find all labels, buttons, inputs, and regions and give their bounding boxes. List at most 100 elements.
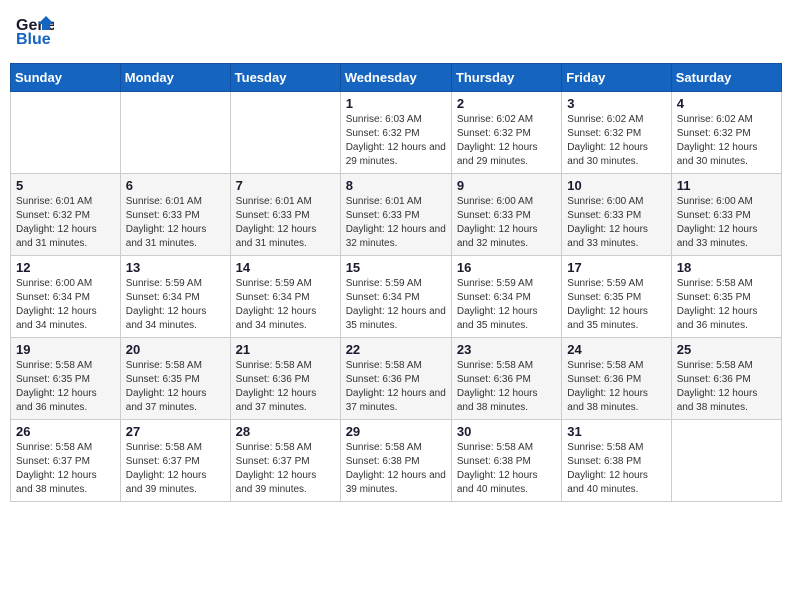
svg-text:Blue: Blue <box>16 31 51 48</box>
calendar-cell: 5 Sunrise: 6:01 AMSunset: 6:32 PMDaylight… <box>11 174 121 256</box>
calendar-cell: 25 Sunrise: 5:58 AMSunset: 6:36 PMDayligh… <box>671 338 781 420</box>
calendar-cell: 11 Sunrise: 6:00 AMSunset: 6:33 PMDayligh… <box>671 174 781 256</box>
calendar-cell: 20 Sunrise: 5:58 AMSunset: 6:35 PMDayligh… <box>120 338 230 420</box>
col-header-tuesday: Tuesday <box>230 64 340 92</box>
day-info: Sunrise: 5:58 AMSunset: 6:36 PMDaylight:… <box>346 359 446 415</box>
calendar-cell: 4Sunrise: 6:02 AMSunset: 6:32 PMDaylight… <box>671 92 781 174</box>
calendar-cell: 13Sunrise: 5:59 AMSunset: 6:34 PMDayligh… <box>120 256 230 338</box>
col-header-monday: Monday <box>120 64 230 92</box>
calendar-cell: 31 Sunrise: 5:58 AMSunset: 6:38 PMDayligh… <box>562 420 671 502</box>
calendar-week-row: 1 Sunrise: 6:03 AMSunset: 6:32 PMDaylight… <box>11 92 782 174</box>
day-number: 1 <box>346 96 446 111</box>
day-info: Sunrise: 5:58 AMSunset: 6:37 PMDaylight:… <box>16 441 115 497</box>
day-number: 4 <box>677 96 776 111</box>
day-number: 11 <box>677 178 776 193</box>
day-info: Sunrise: 5:58 AMSunset: 6:36 PMDaylight:… <box>457 359 556 415</box>
day-number: 8 <box>346 178 446 193</box>
day-number: 3 <box>567 96 665 111</box>
calendar-cell <box>230 92 340 174</box>
day-info: Sunrise: 5:59 AMSunset: 6:35 PMDaylight:… <box>567 277 665 333</box>
col-header-friday: Friday <box>562 64 671 92</box>
day-number: 2 <box>457 96 556 111</box>
day-info: Sunrise: 6:03 AMSunset: 6:32 PMDaylight:… <box>346 113 446 169</box>
day-info: Sunrise: 6:00 AMSunset: 6:33 PMDaylight:… <box>677 195 776 251</box>
day-number: 14 <box>236 260 335 275</box>
day-number: 30 <box>457 424 556 439</box>
day-info: Sunrise: 6:01 AMSunset: 6:32 PMDaylight:… <box>16 195 115 251</box>
day-number: 10 <box>567 178 665 193</box>
day-number: 22 <box>346 342 446 357</box>
calendar-week-row: 12Sunrise: 6:00 AMSunset: 6:34 PMDayligh… <box>11 256 782 338</box>
calendar-cell: 22 Sunrise: 5:58 AMSunset: 6:36 PMDayligh… <box>340 338 451 420</box>
calendar-cell: 24Sunrise: 5:58 AMSunset: 6:36 PMDayligh… <box>562 338 671 420</box>
header: General Blue <box>10 10 782 55</box>
day-number: 28 <box>236 424 335 439</box>
calendar-week-row: 26 Sunrise: 5:58 AMSunset: 6:37 PMDayligh… <box>11 420 782 502</box>
calendar-cell: 12Sunrise: 6:00 AMSunset: 6:34 PMDayligh… <box>11 256 121 338</box>
calendar-cell: 14 Sunrise: 5:59 AMSunset: 6:34 PMDayligh… <box>230 256 340 338</box>
calendar-cell: 23 Sunrise: 5:58 AMSunset: 6:36 PMDayligh… <box>451 338 561 420</box>
day-number: 20 <box>126 342 225 357</box>
day-info: Sunrise: 6:00 AMSunset: 6:33 PMDaylight:… <box>567 195 665 251</box>
day-number: 23 <box>457 342 556 357</box>
calendar-cell: 21 Sunrise: 5:58 AMSunset: 6:36 PMDayligh… <box>230 338 340 420</box>
calendar-cell <box>671 420 781 502</box>
day-info: Sunrise: 5:58 AMSunset: 6:38 PMDaylight:… <box>346 441 446 497</box>
day-info: Sunrise: 5:58 AMSunset: 6:37 PMDaylight:… <box>236 441 335 497</box>
logo: General Blue <box>14 10 56 55</box>
calendar-cell: 17 Sunrise: 5:59 AMSunset: 6:35 PMDayligh… <box>562 256 671 338</box>
calendar-week-row: 19Sunrise: 5:58 AMSunset: 6:35 PMDayligh… <box>11 338 782 420</box>
calendar-cell: 15Sunrise: 5:59 AMSunset: 6:34 PMDayligh… <box>340 256 451 338</box>
logo-icon: General Blue <box>14 10 54 55</box>
day-info: Sunrise: 5:58 AMSunset: 6:35 PMDaylight:… <box>126 359 225 415</box>
day-info: Sunrise: 5:59 AMSunset: 6:34 PMDaylight:… <box>457 277 556 333</box>
day-number: 26 <box>16 424 115 439</box>
day-number: 24 <box>567 342 665 357</box>
calendar-cell <box>120 92 230 174</box>
col-header-wednesday: Wednesday <box>340 64 451 92</box>
day-number: 7 <box>236 178 335 193</box>
day-number: 12 <box>16 260 115 275</box>
day-info: Sunrise: 5:58 AMSunset: 6:36 PMDaylight:… <box>677 359 776 415</box>
calendar-cell: 16 Sunrise: 5:59 AMSunset: 6:34 PMDayligh… <box>451 256 561 338</box>
calendar-cell: 8 Sunrise: 6:01 AMSunset: 6:33 PMDaylight… <box>340 174 451 256</box>
day-number: 18 <box>677 260 776 275</box>
calendar-cell: 10 Sunrise: 6:00 AMSunset: 6:33 PMDayligh… <box>562 174 671 256</box>
calendar-cell: 6 Sunrise: 6:01 AMSunset: 6:33 PMDaylight… <box>120 174 230 256</box>
day-number: 21 <box>236 342 335 357</box>
calendar-cell <box>11 92 121 174</box>
calendar-cell: 3 Sunrise: 6:02 AMSunset: 6:32 PMDaylight… <box>562 92 671 174</box>
calendar-cell: 29Sunrise: 5:58 AMSunset: 6:38 PMDayligh… <box>340 420 451 502</box>
day-number: 17 <box>567 260 665 275</box>
day-info: Sunrise: 5:59 AMSunset: 6:34 PMDaylight:… <box>236 277 335 333</box>
calendar-cell: 1 Sunrise: 6:03 AMSunset: 6:32 PMDaylight… <box>340 92 451 174</box>
day-info: Sunrise: 6:00 AMSunset: 6:33 PMDaylight:… <box>457 195 556 251</box>
calendar-cell: 28 Sunrise: 5:58 AMSunset: 6:37 PMDayligh… <box>230 420 340 502</box>
day-number: 31 <box>567 424 665 439</box>
day-number: 6 <box>126 178 225 193</box>
calendar-week-row: 5 Sunrise: 6:01 AMSunset: 6:32 PMDaylight… <box>11 174 782 256</box>
day-info: Sunrise: 6:02 AMSunset: 6:32 PMDaylight:… <box>567 113 665 169</box>
calendar-cell: 27Sunrise: 5:58 AMSunset: 6:37 PMDayligh… <box>120 420 230 502</box>
day-number: 15 <box>346 260 446 275</box>
calendar-cell: 19Sunrise: 5:58 AMSunset: 6:35 PMDayligh… <box>11 338 121 420</box>
calendar-table: SundayMondayTuesdayWednesdayThursdayFrid… <box>10 63 782 502</box>
day-info: Sunrise: 5:59 AMSunset: 6:34 PMDaylight:… <box>126 277 225 333</box>
col-header-sunday: Sunday <box>11 64 121 92</box>
day-number: 5 <box>16 178 115 193</box>
day-info: Sunrise: 6:01 AMSunset: 6:33 PMDaylight:… <box>346 195 446 251</box>
day-number: 16 <box>457 260 556 275</box>
day-info: Sunrise: 6:01 AMSunset: 6:33 PMDaylight:… <box>236 195 335 251</box>
day-number: 25 <box>677 342 776 357</box>
day-info: Sunrise: 5:58 AMSunset: 6:38 PMDaylight:… <box>567 441 665 497</box>
day-info: Sunrise: 5:58 AMSunset: 6:36 PMDaylight:… <box>236 359 335 415</box>
day-number: 27 <box>126 424 225 439</box>
calendar-cell: 7 Sunrise: 6:01 AMSunset: 6:33 PMDaylight… <box>230 174 340 256</box>
calendar-cell: 30Sunrise: 5:58 AMSunset: 6:38 PMDayligh… <box>451 420 561 502</box>
day-number: 9 <box>457 178 556 193</box>
day-info: Sunrise: 5:58 AMSunset: 6:35 PMDaylight:… <box>677 277 776 333</box>
day-info: Sunrise: 6:01 AMSunset: 6:33 PMDaylight:… <box>126 195 225 251</box>
day-info: Sunrise: 6:02 AMSunset: 6:32 PMDaylight:… <box>457 113 556 169</box>
calendar-header-row: SundayMondayTuesdayWednesdayThursdayFrid… <box>11 64 782 92</box>
col-header-thursday: Thursday <box>451 64 561 92</box>
